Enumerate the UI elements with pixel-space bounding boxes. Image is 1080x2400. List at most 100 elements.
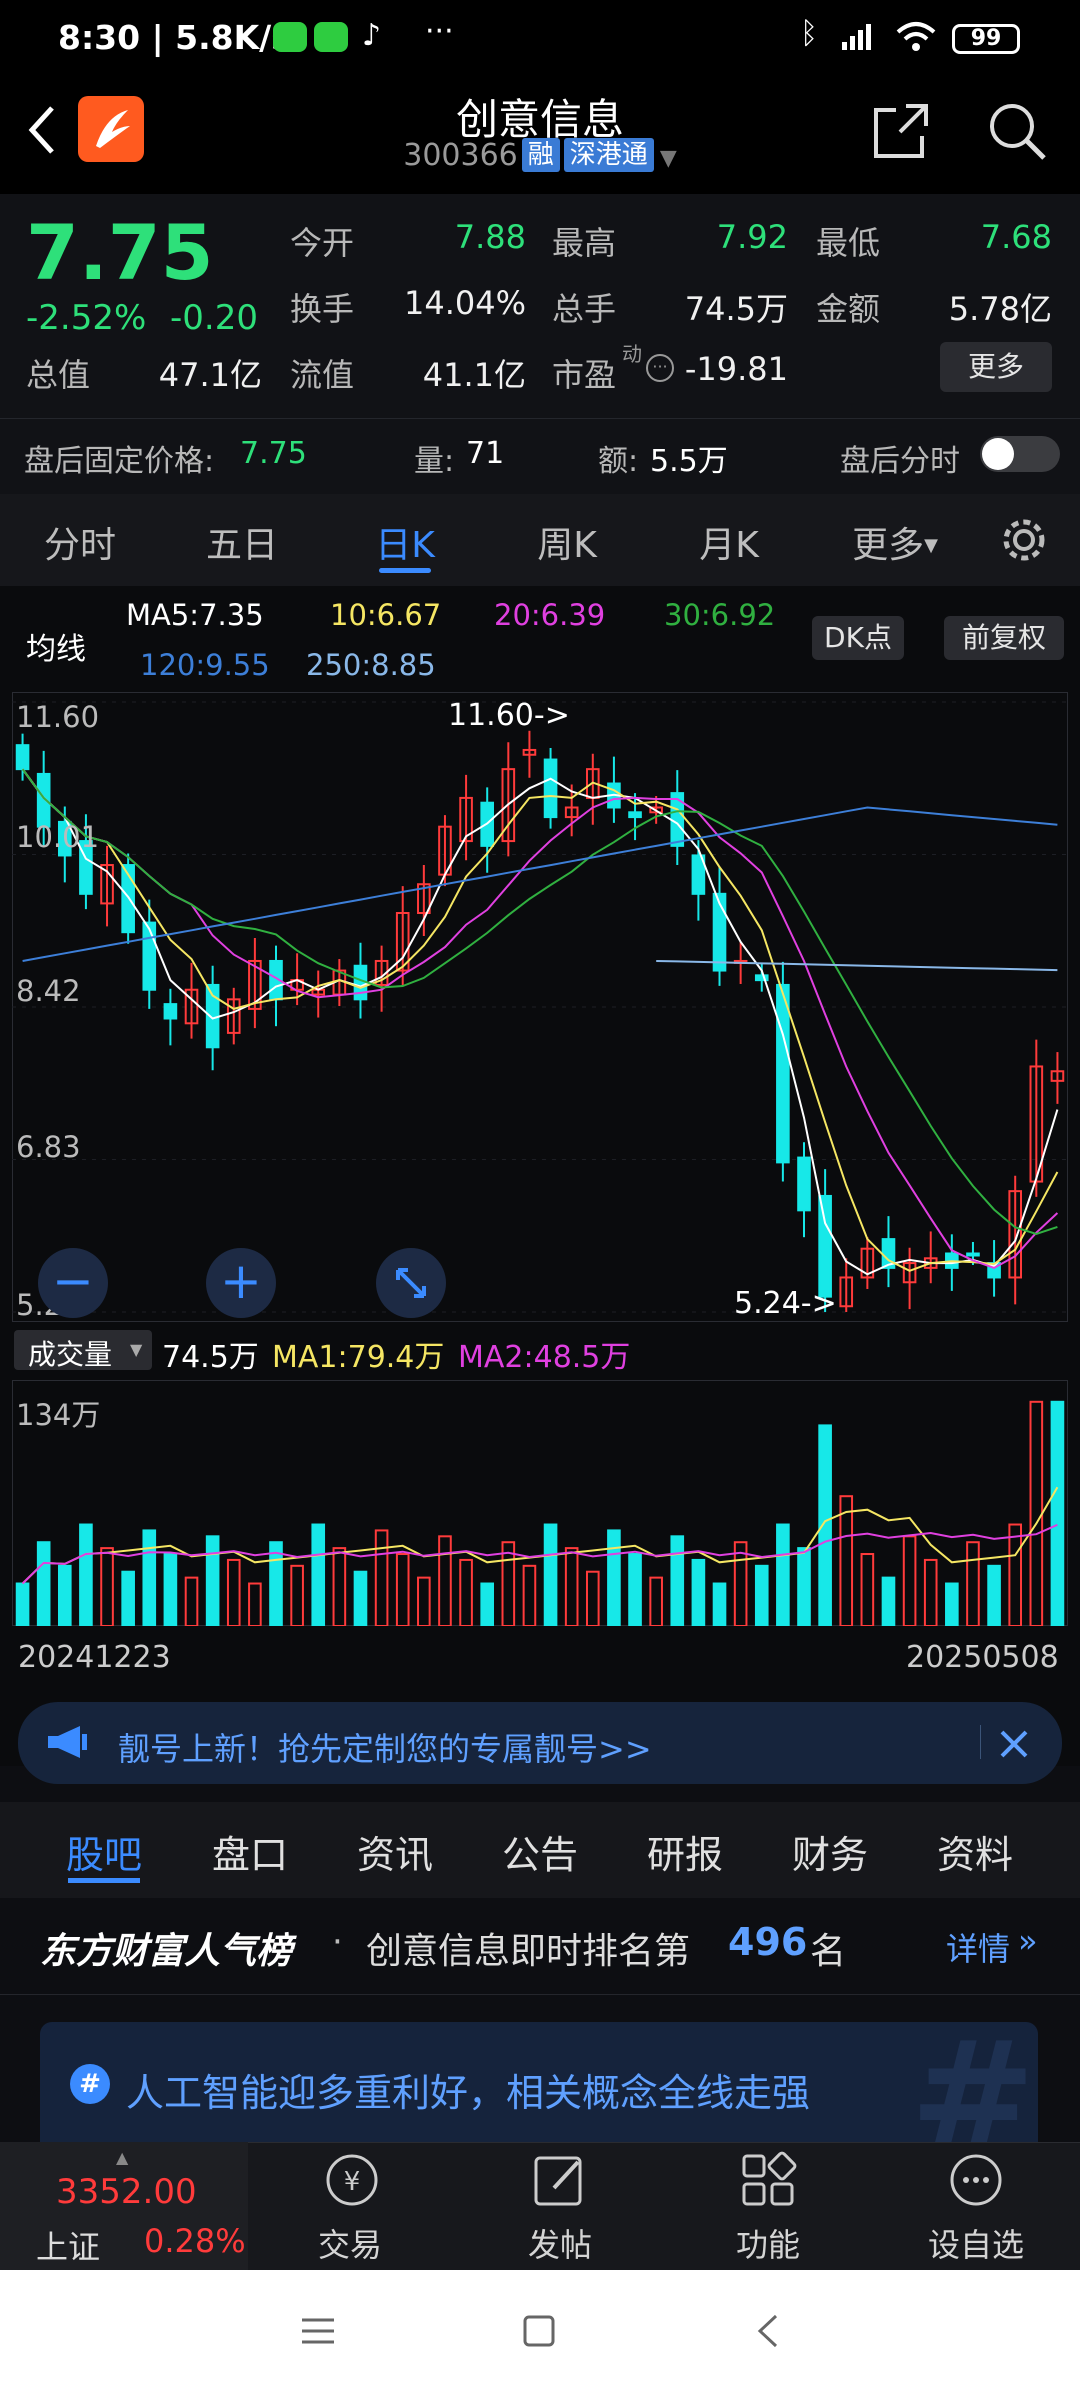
tab-monthly-k[interactable]: 月K — [669, 516, 789, 568]
volume-bar — [36, 1541, 51, 1626]
turnover-value: 14.04% — [403, 284, 526, 322]
volume-bar — [459, 1558, 473, 1626]
tab-guba[interactable]: 股吧 — [44, 1824, 164, 1879]
volume-bar — [649, 1576, 663, 1626]
back-nav-icon[interactable] — [756, 2312, 780, 2350]
volume-chart[interactable] — [12, 1380, 1068, 1626]
search-icon[interactable] — [986, 100, 1048, 162]
tab-weekly-k[interactable]: 周K — [507, 516, 627, 568]
adjust-price-button[interactable]: 前复权 — [944, 616, 1064, 660]
fullscreen-expand-icon[interactable] — [376, 1248, 446, 1318]
caret-up-icon: ▲ — [116, 2148, 129, 2167]
caret-down-icon: ▼ — [130, 1340, 143, 1359]
ma-line-ma5 — [21, 768, 1059, 1276]
zoom-out-button[interactable]: − — [38, 1248, 108, 1318]
trade-icon[interactable]: ¥ — [318, 2150, 386, 2210]
share-icon[interactable] — [872, 102, 930, 160]
dk-point-button[interactable]: DK点 — [812, 616, 904, 660]
after-hours-price: 7.75 — [240, 436, 307, 471]
volume-bar — [881, 1576, 896, 1626]
svg-text:¥: ¥ — [344, 2167, 361, 2197]
low-label: 最低 — [816, 224, 881, 262]
divider — [0, 1994, 1080, 1995]
pe-superscript: 动 — [622, 342, 642, 366]
tab-news[interactable]: 资讯 — [335, 1824, 455, 1879]
tab-announcement[interactable]: 公告 — [480, 1824, 600, 1879]
volume-bar — [902, 1535, 917, 1626]
hash-watermark-icon: # — [910, 2022, 1036, 2142]
wechat-icon — [273, 22, 307, 52]
more-quote-button[interactable]: 更多 — [940, 342, 1052, 392]
volume-bar — [374, 1529, 389, 1626]
menu-icon[interactable] — [300, 2316, 336, 2346]
zoom-in-button[interactable]: + — [206, 1248, 276, 1318]
pe-info-icon[interactable]: ··· — [646, 354, 674, 382]
index-name: 上证 — [36, 2228, 101, 2266]
dropdown-icon[interactable]: ▼ — [660, 146, 677, 171]
volume-bar — [417, 1576, 431, 1626]
price-tick-2: 8.42 — [16, 974, 81, 1008]
volume-bar — [923, 1558, 938, 1626]
tab-five-day[interactable]: 五日 — [182, 516, 302, 568]
tab-daily-k[interactable]: 日K — [345, 516, 465, 568]
volume-value: 74.5万 — [162, 1340, 259, 1375]
after-hours-vol: 71 — [466, 436, 505, 471]
volume-ma2: MA2:48.5万 — [458, 1340, 631, 1375]
tiktok-icon: ♪ — [362, 18, 382, 53]
post-icon[interactable] — [530, 2150, 590, 2210]
tab-finance[interactable]: 财务 — [770, 1824, 890, 1879]
candle — [797, 1156, 811, 1212]
more-status-icon: ··· — [425, 14, 454, 49]
after-hours-toggle[interactable] — [980, 436, 1060, 472]
nav-add-watchlist[interactable]: 设自选 — [906, 2220, 1046, 2266]
caret-down-icon: ▼ — [924, 535, 938, 556]
candle — [628, 811, 642, 819]
candlestick-chart[interactable] — [12, 692, 1068, 1322]
ma120-value: 120:9.55 — [140, 648, 270, 682]
chevron-double-right-icon: » — [1018, 1922, 1038, 1960]
tab-more[interactable]: 更多▼ — [840, 516, 950, 568]
tab-research[interactable]: 研报 — [625, 1824, 745, 1879]
tab-intraday[interactable]: 分时 — [20, 516, 140, 568]
tab-profile[interactable]: 资料 — [915, 1824, 1035, 1879]
volume-ma1: MA1:79.4万 — [272, 1340, 445, 1375]
close-icon[interactable] — [994, 1724, 1034, 1764]
volume-bar — [945, 1582, 959, 1626]
turnover-label: 换手 — [290, 290, 355, 328]
after-hours-vol-label: 量: — [414, 444, 455, 479]
divider — [980, 1725, 981, 1759]
settings-gear-icon[interactable] — [1000, 516, 1048, 564]
volume-bar — [1008, 1523, 1023, 1626]
margin-tag: 融 — [521, 138, 560, 172]
nav-trade[interactable]: 交易 — [290, 2220, 410, 2266]
volume-bar — [100, 1547, 114, 1626]
functions-grid-icon[interactable] — [738, 2150, 798, 2210]
popularity-brand: 东方财富人气榜 — [40, 1931, 293, 1972]
home-icon[interactable] — [522, 2314, 556, 2348]
tab-pankou[interactable]: 盘口 — [190, 1824, 310, 1879]
nav-post[interactable]: 发帖 — [500, 2220, 620, 2266]
change-pct: -2.52% — [26, 298, 147, 338]
volume-value: 74.5万 — [684, 290, 788, 328]
nav-functions[interactable]: 功能 — [708, 2220, 828, 2266]
candle — [818, 1194, 832, 1298]
popularity-detail-link[interactable]: 详情 — [946, 1924, 1010, 1970]
volume-bar — [733, 1541, 748, 1626]
volume-bar — [776, 1523, 790, 1626]
volume-bar — [290, 1564, 304, 1626]
volume-selector[interactable]: 成交量 ▼ — [14, 1330, 152, 1371]
open-value: 7.88 — [454, 218, 526, 256]
open-label: 今开 — [290, 224, 355, 262]
add-watchlist-icon[interactable] — [946, 2150, 1006, 2210]
popularity-unit: 名 — [810, 1931, 847, 1972]
ma-line-ma20 — [21, 768, 1059, 1269]
volume-bar — [607, 1529, 621, 1626]
volume-bar — [966, 1541, 980, 1626]
price-tick-1: 10.01 — [16, 820, 100, 854]
candle — [776, 983, 790, 1164]
pe-label: 市盈 — [552, 356, 617, 394]
tab-more-label: 更多 — [852, 525, 925, 566]
volume-bar — [797, 1547, 811, 1626]
end-date: 20250508 — [906, 1640, 1059, 1675]
volume-bar — [79, 1523, 93, 1626]
